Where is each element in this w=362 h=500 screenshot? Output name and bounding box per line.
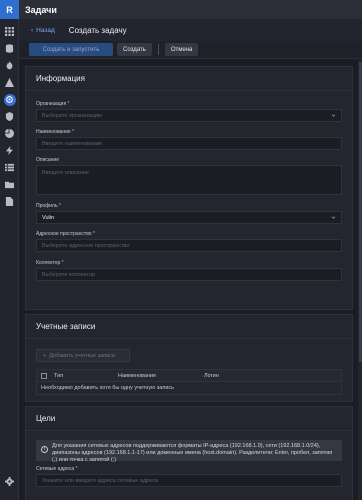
org-placeholder: Выберите организацию: [42, 112, 103, 119]
targets-card-title: Цели: [26, 407, 352, 431]
network-address-label: Сетевые адреса *: [36, 466, 78, 472]
warning-icon[interactable]: [0, 74, 19, 91]
plus-icon: +: [43, 352, 47, 359]
list-icon[interactable]: [0, 159, 19, 176]
column-header-login[interactable]: Логин: [204, 373, 219, 379]
shield-icon[interactable]: [0, 108, 19, 125]
info-card: Информация Организация * Выберите органи…: [25, 66, 353, 310]
toolbar-divider: [157, 44, 159, 55]
description-placeholder: Введите описание: [42, 170, 89, 176]
chevron-down-icon: [331, 215, 336, 220]
add-accounts-button[interactable]: + Добавить учетные записи: [36, 349, 130, 362]
grid-icon[interactable]: [0, 23, 19, 40]
target-icon[interactable]: [0, 91, 19, 108]
folder-icon[interactable]: [0, 176, 19, 193]
description-label: Описание: [36, 157, 60, 163]
cancel-button[interactable]: Отмена: [164, 43, 199, 56]
profile-select[interactable]: Vulin: [36, 211, 342, 224]
profile-value: Vulin: [42, 214, 55, 221]
left-rail: R: [0, 0, 19, 500]
address-space-placeholder: Выберите адресное пространство: [42, 242, 130, 249]
page-title: Создать задачу: [68, 25, 127, 35]
app-title: Задачи: [25, 4, 57, 15]
accounts-table: Тип Наименование Логин Необходимо добави…: [36, 369, 342, 395]
app-logo[interactable]: R: [0, 0, 19, 19]
address-space-label: Адресное пространство *: [36, 231, 95, 237]
org-label: Организация *: [36, 101, 70, 107]
toolbar: Создать и запустить Создать Отмена: [19, 41, 362, 59]
app-root: R Задачи ‹ Назад Создать задачу Создать …: [0, 0, 362, 500]
name-placeholder: Введите наименование: [42, 140, 102, 147]
add-accounts-label: Добавить учетные записи: [49, 352, 116, 359]
targets-info-box: i Для указания сетевых адресов поддержив…: [36, 440, 342, 463]
targets-card: Цели i Для указания сетевых адресов подд…: [25, 406, 353, 500]
name-input[interactable]: Введите наименование: [36, 137, 342, 150]
top-bar: Задачи: [19, 0, 362, 19]
accounts-card-title: Учетные записи: [26, 315, 352, 339]
main-content: Информация Организация * Выберите органи…: [19, 60, 362, 500]
gear-icon[interactable]: [0, 473, 19, 490]
accounts-card: Учетные записи + Добавить учетные записи…: [25, 314, 353, 402]
back-label: Назад: [36, 26, 55, 34]
table-header: Тип Наименование Логин: [37, 370, 341, 382]
chevron-left-icon: ‹: [31, 26, 34, 34]
active-indicator: [3, 93, 16, 106]
info-icon: i: [41, 446, 48, 453]
back-link[interactable]: ‹ Назад: [31, 27, 55, 34]
table-empty-row: Необходимо добавить хотя бы одну учетную…: [41, 385, 175, 391]
info-card-title: Информация: [26, 67, 352, 91]
collector-select[interactable]: Выберите коллектор: [36, 268, 342, 281]
network-address-placeholder: Укажите или введите адреса сетевые адрес…: [42, 477, 159, 484]
page-header: ‹ Назад Создать задачу: [19, 19, 362, 41]
bolt-icon[interactable]: [0, 142, 19, 159]
pie-icon[interactable]: [0, 125, 19, 142]
collector-label: Коллектор *: [36, 260, 64, 266]
column-header-name[interactable]: Наименование: [118, 373, 204, 379]
targets-info-text: Для указания сетевых адресов поддерживаю…: [52, 443, 333, 463]
name-label: Наименование *: [36, 129, 75, 135]
create-and-run-button[interactable]: Создать и запустить: [29, 43, 113, 56]
flame-icon[interactable]: [0, 57, 19, 74]
network-address-input[interactable]: Укажите или введите адреса сетевые адрес…: [36, 474, 342, 487]
database-icon[interactable]: [0, 40, 19, 57]
collector-placeholder: Выберите коллектор: [42, 271, 95, 278]
description-textarea[interactable]: Введите описание: [36, 165, 342, 195]
chevron-down-icon: [331, 113, 336, 118]
org-select[interactable]: Выберите организацию: [36, 109, 342, 122]
column-header-type[interactable]: Тип: [54, 373, 118, 379]
select-all-checkbox[interactable]: [41, 372, 47, 379]
profile-label: Профиль *: [36, 203, 61, 209]
create-button[interactable]: Создать: [117, 43, 152, 56]
document-icon[interactable]: [0, 193, 19, 210]
address-space-select[interactable]: Выберите адресное пространство: [36, 239, 342, 252]
